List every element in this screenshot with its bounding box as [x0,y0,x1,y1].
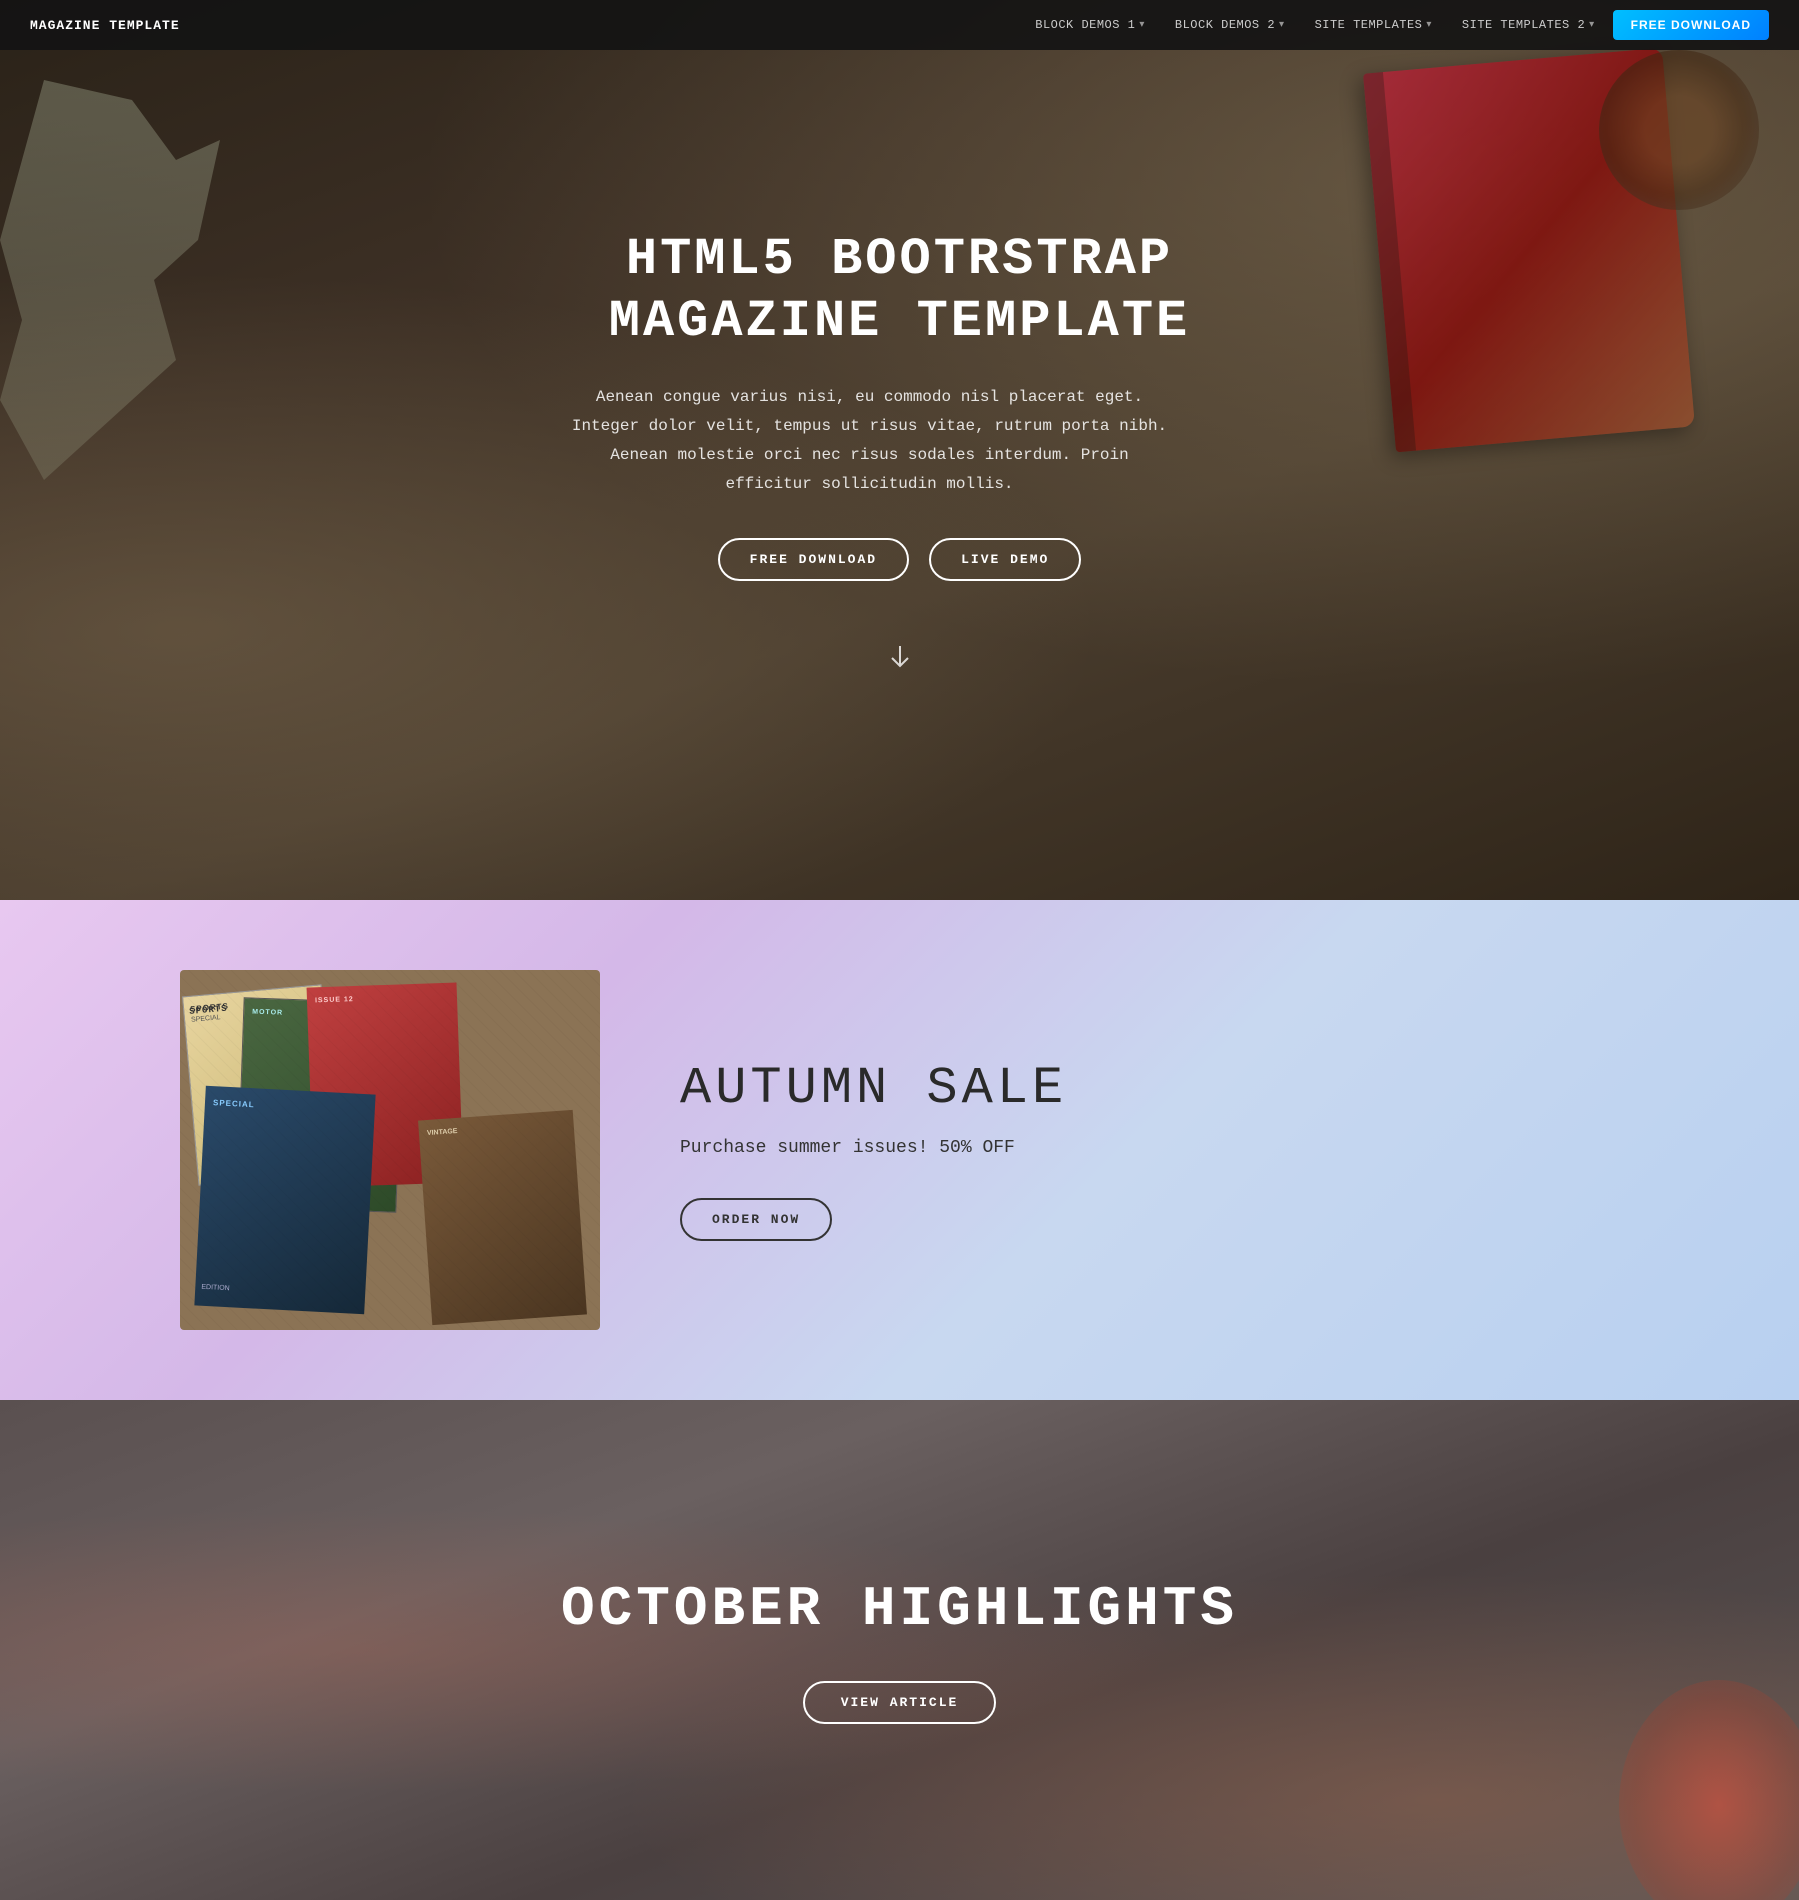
october-bg-decoration [1619,1680,1799,1900]
hero-title: HTML5 BOOTRSTRAP MAGAZINE TEMPLATE [570,229,1230,354]
brand-logo[interactable]: MAGAZINE TEMPLATE [30,18,180,33]
autumn-subtitle: Purchase summer issues! 50% OFF [680,1138,1619,1158]
nav-block-demos-1[interactable]: BLOCK DEMOS 1 ▾ [1023,12,1157,38]
order-now-button[interactable]: ORDER NOW [680,1198,832,1241]
hero-section: HTML5 BOOTRSTRAP MAGAZINE TEMPLATE Aenea… [0,0,1799,900]
chevron-down-icon: ▾ [1589,19,1595,31]
chevron-down-icon: ▾ [1139,19,1145,31]
autumn-sale-section: SPORTS SPECIAL MOTOR MOTORCYCLE ISSUE 12… [0,900,1799,1400]
hero-demo-button[interactable]: LIVE DEMO [929,538,1081,581]
magazine-cover-4: SPECIAL EDITION [194,1086,375,1315]
magazine-cover-5: VINTAGE [418,1110,587,1325]
chevron-down-icon: ▾ [1279,19,1285,31]
hero-description: Aenean congue varius nisi, eu commodo ni… [570,383,1170,498]
nav-download-button[interactable]: FREE DOWNLOAD [1613,10,1769,40]
magazine-stack-image: SPORTS SPECIAL MOTOR MOTORCYCLE ISSUE 12… [180,970,600,1330]
autumn-image: SPORTS SPECIAL MOTOR MOTORCYCLE ISSUE 12… [180,970,600,1330]
magazine-cover-1: SPORTS SPECIAL [182,984,338,1185]
hero-download-button[interactable]: FREE DOWNLOAD [718,538,909,581]
magazine-cover-2: MOTOR MOTORCYCLE [236,997,403,1212]
hero-buttons: FREE DOWNLOAD LIVE DEMO [570,538,1230,581]
nav-site-templates-2[interactable]: SITE TEMPLATES 2 ▾ [1450,12,1607,38]
nav-site-templates[interactable]: SITE TEMPLATES ▾ [1303,12,1444,38]
view-article-button[interactable]: VIEW ARTICLE [803,1681,997,1724]
navbar: MAGAZINE TEMPLATE BLOCK DEMOS 1 ▾ BLOCK … [0,0,1799,50]
magazine-cover-3: ISSUE 12 [307,982,464,1187]
october-highlights-section: OCTOBER HIGHLIGHTS VIEW ARTICLE [0,1400,1799,1900]
hero-content: HTML5 BOOTRSTRAP MAGAZINE TEMPLATE Aenea… [550,209,1250,692]
nav-block-demos-2[interactable]: BLOCK DEMOS 2 ▾ [1163,12,1297,38]
hero-coffee-decoration [1599,50,1759,210]
nav-menu: BLOCK DEMOS 1 ▾ BLOCK DEMOS 2 ▾ SITE TEM… [1023,10,1769,40]
chevron-down-icon: ▾ [1426,19,1432,31]
october-title: OCTOBER HIGHLIGHTS [561,1577,1238,1641]
autumn-content: AUTUMN SALE Purchase summer issues! 50% … [680,1059,1619,1241]
scroll-down-button[interactable] [570,641,1230,671]
chevron-down-icon [885,641,915,671]
autumn-title: AUTUMN SALE [680,1059,1619,1118]
